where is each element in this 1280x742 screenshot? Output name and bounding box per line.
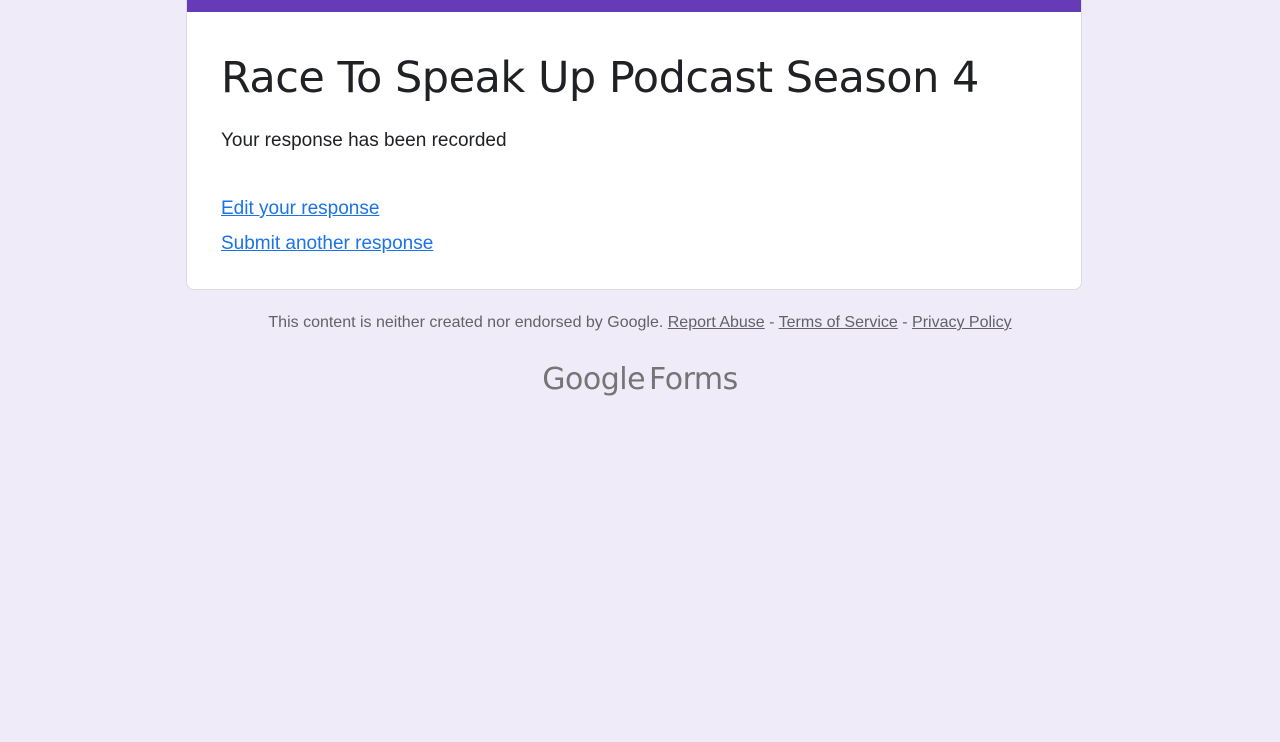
terms-of-service-link[interactable]: Terms of Service bbox=[779, 314, 898, 331]
response-links: Edit your response Submit another respon… bbox=[221, 191, 1047, 261]
form-title: Race To Speak Up Podcast Season 4 bbox=[221, 53, 979, 103]
forms-wordmark: Forms bbox=[649, 362, 738, 397]
card-body: Race To Speak Up Podcast Season 4 Your r… bbox=[221, 12, 1047, 261]
edit-response-link[interactable]: Edit your response bbox=[221, 191, 379, 226]
footer-disclaimer: This content is neither created nor endo… bbox=[0, 312, 1280, 334]
disclaimer-text: This content is neither created nor endo… bbox=[268, 314, 664, 331]
report-abuse-link[interactable]: Report Abuse bbox=[668, 314, 765, 331]
google-forms-logo[interactable]: Google Forms bbox=[0, 360, 1280, 400]
submit-another-response-link[interactable]: Submit another response bbox=[221, 226, 433, 261]
confirmation-message: Your response has been recorded bbox=[221, 130, 507, 151]
page: Race To Speak Up Podcast Season 4 Your r… bbox=[0, 0, 1280, 742]
card-accent-bar bbox=[187, 0, 1081, 12]
google-wordmark: Google bbox=[542, 362, 646, 397]
confirmation-card: Race To Speak Up Podcast Season 4 Your r… bbox=[186, 0, 1082, 290]
footer-separator: - bbox=[902, 314, 908, 331]
privacy-policy-link[interactable]: Privacy Policy bbox=[912, 314, 1012, 331]
footer-separator: - bbox=[769, 314, 775, 331]
